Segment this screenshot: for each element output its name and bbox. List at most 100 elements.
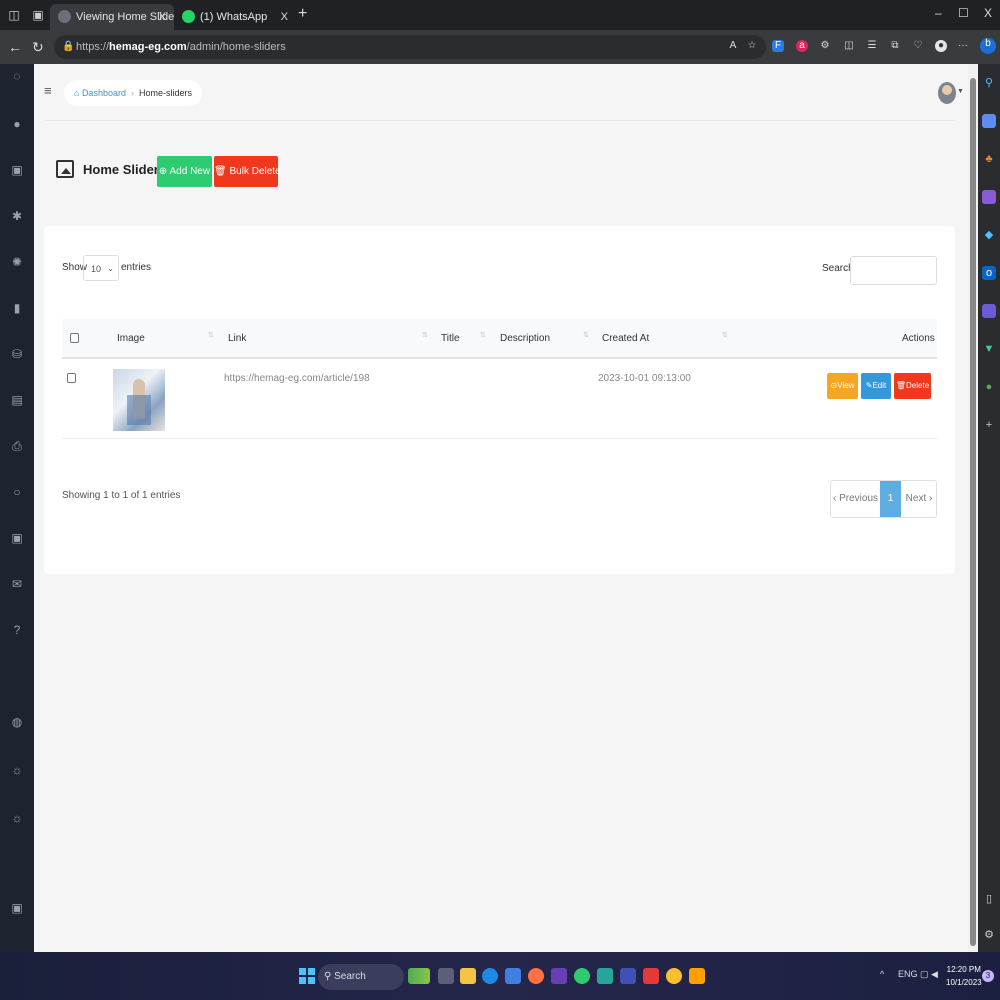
microsoft-365-icon[interactable]: ◆ <box>982 228 996 242</box>
widgets-icon[interactable] <box>408 968 430 984</box>
column-title[interactable]: Title <box>441 333 460 344</box>
collections-icon[interactable]: ⧉ <box>889 40 901 52</box>
tab-home-sliders[interactable]: Viewing Home Sliders X <box>50 4 174 30</box>
app-icon[interactable] <box>528 968 544 984</box>
previous-page-button[interactable]: ‹ Previous <box>831 481 880 517</box>
user-icon[interactable]: ● <box>9 116 25 132</box>
edit-button[interactable]: ✎Edit <box>861 373 891 399</box>
notepad-icon[interactable] <box>620 968 636 984</box>
notification-badge[interactable]: 3 <box>982 970 994 982</box>
network-volume-icon[interactable]: ▢ ◀ <box>920 969 938 980</box>
column-image[interactable]: Image <box>117 333 145 344</box>
favorites-icon[interactable]: ☰ <box>866 40 878 52</box>
store-icon[interactable] <box>505 968 521 984</box>
page-scrollbar[interactable] <box>968 64 978 952</box>
close-window-button[interactable]: X <box>984 6 992 20</box>
task-view-icon[interactable] <box>438 968 454 984</box>
mouse-icon[interactable]: ◌ <box>9 68 25 84</box>
language-indicator[interactable]: ENG <box>898 969 918 979</box>
app-icon[interactable] <box>597 968 613 984</box>
column-description[interactable]: Description <box>500 333 550 344</box>
hamburger-menu-icon[interactable]: ≡ <box>44 84 56 97</box>
minimize-button[interactable]: – <box>935 6 942 20</box>
book-icon[interactable]: ▮ <box>9 300 25 316</box>
delete-button[interactable]: 🗑Delete <box>894 373 931 399</box>
games-icon[interactable] <box>982 190 996 204</box>
next-page-button[interactable]: Next › <box>901 481 937 517</box>
lightbulb-icon[interactable]: ☼ <box>9 762 25 778</box>
help-icon[interactable]: ? <box>9 622 25 638</box>
app-icon[interactable] <box>689 968 705 984</box>
outlook-icon[interactable]: o <box>982 266 996 280</box>
view-button[interactable]: ⊙View <box>827 373 858 399</box>
column-created-at[interactable]: Created At <box>602 333 649 344</box>
select-all-checkbox[interactable] <box>70 333 79 343</box>
sort-icon[interactable]: ⇅ <box>583 331 589 339</box>
mail-icon[interactable]: ✉ <box>9 576 25 592</box>
restore-button[interactable]: ☐ <box>958 6 969 20</box>
designer-icon[interactable] <box>982 304 996 318</box>
lightbulb-icon[interactable]: ☼ <box>9 810 25 826</box>
refresh-icon[interactable]: ↻ <box>32 39 44 56</box>
more-menu-icon[interactable]: ··· <box>957 40 969 52</box>
printer-icon[interactable]: ⎙ <box>9 438 25 454</box>
close-tab-icon[interactable]: X <box>281 4 288 30</box>
document-icon[interactable]: ▤ <box>9 392 25 408</box>
entries-length-select[interactable]: 10 ⌄ <box>83 255 119 281</box>
tools-icon[interactable]: ✱ <box>9 208 25 224</box>
url-field[interactable]: 🔒 https://hemag-eg.com/admin/home-slider… <box>54 35 766 59</box>
tab-whatsapp[interactable]: (1) WhatsApp X <box>174 4 296 30</box>
avatar[interactable] <box>938 82 956 104</box>
extensions-puzzle-icon[interactable]: ⚙ <box>819 40 831 52</box>
tools-icon[interactable]: ♣ <box>982 152 996 166</box>
read-aloud-icon[interactable]: A <box>727 40 739 52</box>
app-icon[interactable] <box>643 968 659 984</box>
slider-images-icon[interactable]: ▣ <box>9 900 25 916</box>
bulk-delete-button[interactable]: 🗑 Bulk Delete <box>214 156 281 187</box>
gallery-icon[interactable]: ▣ <box>9 530 25 546</box>
chevron-down-icon[interactable]: ▼ <box>957 88 964 95</box>
settings-icon[interactable]: ✺ <box>9 254 25 270</box>
page-1-button[interactable]: 1 <box>880 481 901 517</box>
performance-icon[interactable]: ♡ <box>912 40 924 52</box>
split-screen-icon[interactable]: ◫ <box>843 40 855 52</box>
breadcrumb-home-label[interactable]: Dashboard <box>82 88 126 98</box>
edge-icon[interactable] <box>482 968 498 984</box>
globe-icon[interactable]: ◍ <box>9 714 25 730</box>
comment-icon[interactable]: ○ <box>9 484 25 500</box>
close-tab-icon[interactable]: X <box>159 4 166 30</box>
breadcrumb-home[interactable]: ⌂ Dashboard <box>74 88 126 98</box>
tab-actions-icon[interactable]: ▣ <box>30 7 46 23</box>
sort-icon[interactable]: ⇅ <box>208 331 214 339</box>
image-icon[interactable]: ▣ <box>9 162 25 178</box>
extension-icon[interactable]: a <box>796 40 808 52</box>
row-link[interactable]: https://hemag-eg.com/article/198 <box>224 373 370 384</box>
gear-icon[interactable]: ⚙ <box>982 928 996 942</box>
app-icon[interactable] <box>666 968 682 984</box>
workspaces-icon[interactable]: ◫ <box>6 7 22 23</box>
shopping-icon[interactable] <box>982 114 996 128</box>
tree-icon[interactable]: ● <box>982 380 996 394</box>
column-link[interactable]: Link <box>228 333 246 344</box>
sort-icon[interactable]: ⇅ <box>480 331 486 339</box>
scrollbar-thumb[interactable] <box>970 78 976 946</box>
copilot-icon[interactable]: b <box>980 38 996 54</box>
tray-overflow-icon[interactable]: ^ <box>880 969 884 979</box>
app-icon[interactable] <box>574 968 590 984</box>
search-input[interactable] <box>850 256 937 285</box>
phpstorm-icon[interactable] <box>551 968 567 984</box>
search-icon[interactable]: ⚲ <box>982 76 996 90</box>
database-icon[interactable]: ⛁ <box>9 346 25 362</box>
back-arrow-icon[interactable]: ← <box>8 39 22 55</box>
row-checkbox[interactable] <box>67 373 76 383</box>
clock[interactable]: 12:20 PM 10/1/2023 <box>946 963 982 989</box>
add-new-button[interactable]: ⊕ Add New <box>157 156 212 187</box>
drop-icon[interactable]: ▼ <box>982 342 996 356</box>
start-button[interactable] <box>299 968 315 984</box>
extension-icon[interactable]: F <box>772 40 784 52</box>
taskbar-search[interactable]: ⚲ Search <box>318 964 404 990</box>
sort-icon[interactable]: ⇅ <box>422 331 428 339</box>
sort-icon[interactable]: ⇅ <box>722 331 728 339</box>
sidebar-layout-icon[interactable]: ▯ <box>982 892 996 906</box>
file-explorer-icon[interactable] <box>460 968 476 984</box>
